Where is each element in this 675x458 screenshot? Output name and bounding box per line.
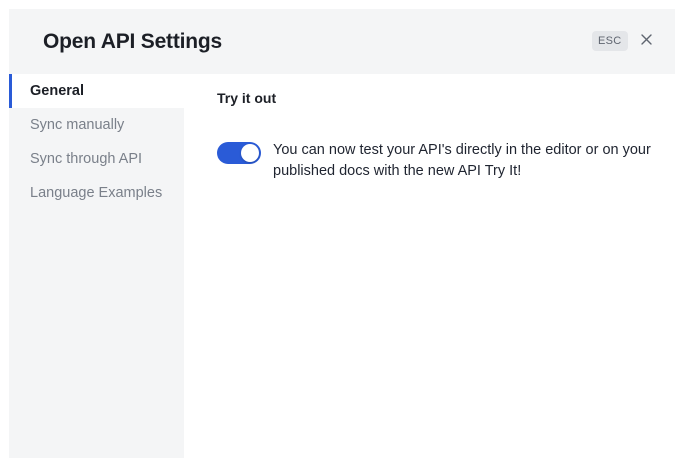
sidebar-item-label: Language Examples [30,185,163,201]
close-button[interactable] [636,29,656,51]
sidebar-item-language-examples[interactable]: Language Examples [9,176,184,210]
sidebar-item-sync-manually[interactable]: Sync manually [9,108,184,142]
settings-content: Try it out You can now test your API's d… [184,74,675,458]
esc-shortcut-badge: ESC [592,31,628,51]
sidebar-item-label: General [30,83,84,99]
try-it-description: You can now test your API's directly in … [273,142,651,179]
sidebar-item-label: Sync through API [30,151,143,167]
sidebar-item-general[interactable]: General [9,74,184,108]
dialog-header: Open API Settings ESC [9,9,675,74]
close-icon [640,33,652,48]
toggle-knob [241,144,259,162]
try-it-toggle[interactable] [217,142,261,164]
section-title: Try it out [217,90,277,106]
sidebar-item-label: Sync manually [30,117,125,133]
page-title: Open API Settings [43,30,223,53]
settings-dialog: Open API Settings ESC General Sync manua… [9,9,675,458]
settings-sidebar: General Sync manually Sync through API L… [9,74,184,458]
sidebar-item-sync-through-api[interactable]: Sync through API [9,142,184,176]
